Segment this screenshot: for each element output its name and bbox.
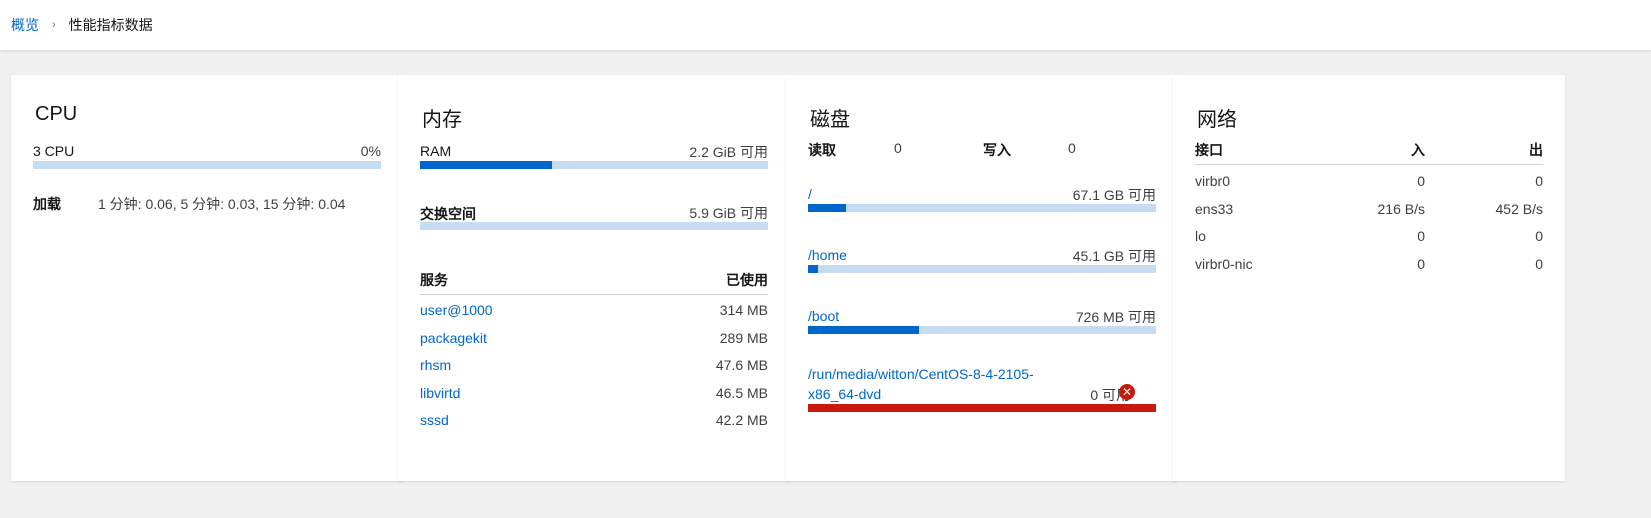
- network-col-out: 出: [1529, 142, 1543, 158]
- network-col-interface: 接口: [1195, 142, 1223, 158]
- network-interface-in: 216 B/s: [1377, 201, 1425, 217]
- mount-usage-bar: [808, 326, 1156, 334]
- service-used: 289 MB: [719, 330, 768, 346]
- mount-usage-bar: [808, 265, 1156, 273]
- mount-path-link[interactable]: /boot: [808, 308, 839, 324]
- network-interface-name: virbr0-nic: [1195, 256, 1253, 272]
- mount-usage-bar: [808, 204, 1156, 212]
- breadcrumb-bar: 概览 › 性能指标数据: [0, 0, 1651, 50]
- mount-usage-bar-fill: [808, 265, 819, 273]
- network-interface-in: 0: [1417, 228, 1425, 244]
- mount-usage-bar-fill: [808, 326, 920, 334]
- service-used: 46.5 MB: [715, 385, 768, 401]
- service-used: 47.6 MB: [715, 357, 768, 373]
- ram-usage-bar: [420, 161, 768, 169]
- cpu-load-label: 加载: [33, 196, 61, 212]
- media-path-link[interactable]: /run/media/witton/CentOS-8-4-2105-: [808, 366, 1034, 382]
- cpu-card: CPU 3 CPU 0% 加载 1 分钟: 0.06, 5 分钟: 0.03, …: [11, 75, 403, 481]
- breadcrumb-current: 性能指标数据: [68, 17, 153, 33]
- service-link[interactable]: packagekit: [420, 330, 487, 346]
- memory-card: 内存 RAM 2.2 GiB 可用 交换空间 5.9 GiB 可用 服务 已使用…: [398, 75, 790, 481]
- error-circle-icon: ✕: [1119, 384, 1135, 400]
- cpu-usage-label: 3 CPU: [33, 143, 75, 159]
- service-used: 42.2 MB: [715, 412, 768, 428]
- media-path-link-line2[interactable]: x86_64-dvd: [808, 386, 881, 402]
- services-used-header: 已使用: [726, 272, 768, 288]
- network-interface-out: 0: [1535, 256, 1543, 272]
- service-link[interactable]: libvirtd: [420, 385, 460, 401]
- mount-path-link[interactable]: /home: [808, 247, 847, 263]
- ram-value: 2.2 GiB 可用: [689, 144, 768, 160]
- service-link[interactable]: rhsm: [420, 357, 451, 373]
- disk-card-title: 磁盘: [810, 109, 850, 131]
- mount-available: 67.1 GB 可用: [1072, 187, 1156, 203]
- swap-label: 交换空间: [420, 206, 476, 222]
- disk-write-label: 写入: [983, 142, 1011, 158]
- network-interface-in: 0: [1417, 256, 1425, 272]
- services-header-divider: [420, 294, 768, 295]
- services-header: 服务: [420, 272, 448, 288]
- service-used: 314 MB: [719, 302, 768, 318]
- network-interface-name: lo: [1195, 228, 1206, 244]
- cpu-usage-value: 0%: [360, 143, 381, 159]
- network-interface-name: ens33: [1195, 201, 1234, 217]
- cpu-card-title: CPU: [35, 103, 78, 125]
- media-usage-bar: [808, 404, 1156, 412]
- ram-usage-bar-fill: [420, 161, 553, 169]
- cpu-usage-bar: [33, 161, 381, 169]
- service-link[interactable]: user@1000: [420, 302, 493, 318]
- ram-label: RAM: [420, 143, 452, 159]
- service-link[interactable]: sssd: [420, 412, 449, 428]
- memory-card-title: 内存: [422, 109, 462, 131]
- disk-read-value: 0: [894, 140, 902, 156]
- swap-value: 5.9 GiB 可用: [689, 205, 768, 221]
- disk-read-label: 读取: [808, 142, 836, 158]
- mount-available: 45.1 GB 可用: [1072, 248, 1156, 264]
- swap-usage-bar: [420, 222, 768, 230]
- network-col-in: 入: [1411, 142, 1425, 158]
- network-interface-name: virbr0: [1195, 173, 1231, 189]
- network-card: 网络 接口 入 出 virbr0 0 0 ens33 216 B/s 452 B…: [1173, 75, 1565, 481]
- mount-path-link[interactable]: /: [808, 186, 812, 202]
- disk-card: 磁盘 读取 0 写入 0 / 67.1 GB 可用 /home 45.1 GB …: [786, 75, 1178, 481]
- disk-write-value: 0: [1068, 140, 1076, 156]
- breadcrumb-overview-link[interactable]: 概览: [11, 15, 39, 35]
- mount-available: 726 MB 可用: [1075, 309, 1156, 325]
- network-interface-out: 0: [1535, 228, 1543, 244]
- network-header-divider: [1195, 164, 1543, 165]
- network-interface-in: 0: [1417, 173, 1425, 189]
- cpu-load-value: 1 分钟: 0.06, 5 分钟: 0.03, 15 分钟: 0.04: [98, 196, 346, 212]
- network-card-title: 网络: [1197, 109, 1237, 131]
- mount-usage-bar-fill: [808, 204, 847, 212]
- network-interface-out: 452 B/s: [1495, 201, 1543, 217]
- chevron-right-icon: ›: [52, 19, 56, 31]
- network-interface-out: 0: [1535, 173, 1543, 189]
